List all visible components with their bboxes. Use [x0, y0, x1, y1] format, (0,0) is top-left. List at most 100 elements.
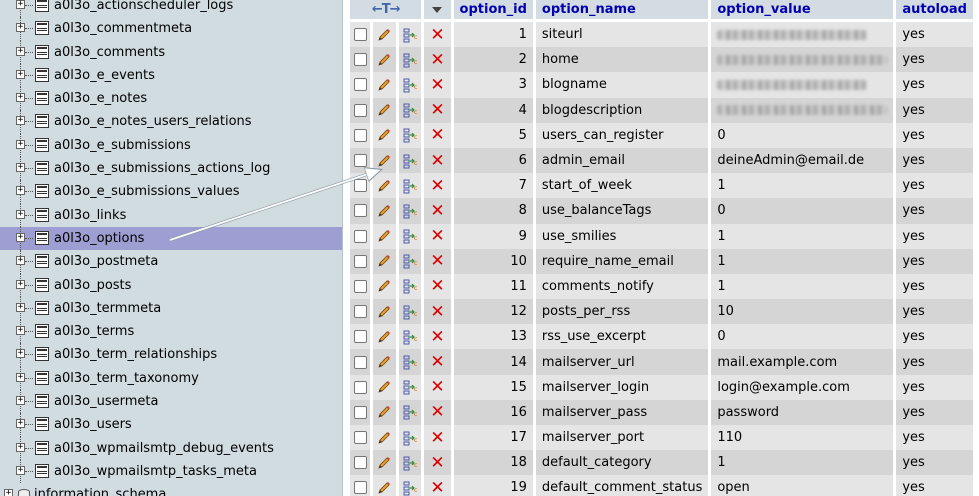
copy-row-icon[interactable]: c: [402, 228, 418, 244]
row-select-cell[interactable]: [350, 248, 371, 274]
row-select-cell[interactable]: [350, 173, 371, 199]
tree-item-table[interactable]: + a0l3o_comments: [0, 40, 342, 64]
cell-option-id[interactable]: 10: [453, 248, 533, 274]
pencil-icon[interactable]: [376, 379, 392, 395]
delete-cell[interactable]: ✕: [424, 425, 451, 451]
cell-option-id[interactable]: 11: [453, 273, 533, 300]
cell-autoload[interactable]: yes: [896, 122, 973, 148]
pencil-icon[interactable]: [376, 354, 392, 370]
cell-option-id[interactable]: 7: [453, 173, 533, 199]
tree-item-table[interactable]: + a0l3o_commentmeta: [0, 17, 342, 41]
pencil-icon[interactable]: [376, 480, 392, 496]
copy-row-icon[interactable]: c: [402, 203, 418, 219]
copy-cell[interactable]: c: [398, 147, 422, 174]
tree-item-table[interactable]: + a0l3o_posts: [0, 273, 342, 297]
row-select-cell[interactable]: [350, 22, 371, 48]
tree-item-table[interactable]: + a0l3o_term_relationships: [0, 343, 342, 367]
expand-icon[interactable]: +: [16, 0, 25, 9]
copy-cell[interactable]: c: [398, 198, 422, 224]
cell-option-value[interactable]: 10: [711, 299, 894, 325]
edit-cell[interactable]: [373, 248, 396, 274]
delete-icon[interactable]: ✕: [430, 50, 444, 70]
pencil-icon[interactable]: [376, 203, 392, 219]
copy-row-icon[interactable]: c: [402, 455, 418, 471]
expand-icon[interactable]: +: [16, 116, 25, 126]
tree-item-table[interactable]: + a0l3o_e_events: [0, 63, 342, 88]
sort-menu-header[interactable]: [424, 0, 451, 22]
row-checkbox[interactable]: [353, 355, 367, 369]
delete-icon[interactable]: ✕: [430, 75, 444, 95]
copy-cell[interactable]: c: [398, 475, 422, 496]
copy-row-icon[interactable]: c: [402, 480, 418, 496]
copy-row-icon[interactable]: c: [402, 253, 418, 269]
tree-item-table[interactable]: + a0l3o_e_notes_users_relations: [0, 110, 342, 134]
expand-icon[interactable]: +: [16, 442, 25, 452]
cell-option-value[interactable]: open: [711, 475, 894, 496]
copy-cell[interactable]: c: [398, 374, 422, 400]
edit-cell[interactable]: [373, 147, 396, 174]
row-select-cell[interactable]: [350, 72, 371, 98]
delete-icon[interactable]: ✕: [430, 428, 444, 448]
copy-cell[interactable]: c: [398, 299, 422, 325]
expand-icon[interactable]: +: [16, 163, 25, 173]
expand-icon[interactable]: +: [16, 465, 25, 475]
expand-icon[interactable]: +: [16, 46, 25, 56]
edit-cell[interactable]: [373, 399, 396, 425]
expand-icon[interactable]: +: [16, 396, 25, 406]
expand-icon[interactable]: +: [16, 69, 25, 79]
edit-cell[interactable]: [373, 425, 396, 451]
row-checkbox[interactable]: [353, 154, 367, 168]
cell-autoload[interactable]: yes: [896, 147, 973, 174]
expand-icon[interactable]: +: [16, 139, 25, 149]
cell-option-value[interactable]: [711, 47, 894, 73]
copy-row-icon[interactable]: c: [402, 178, 418, 194]
delete-icon[interactable]: ✕: [430, 100, 444, 120]
cell-option-id[interactable]: 14: [453, 349, 533, 375]
copy-cell[interactable]: c: [398, 248, 422, 274]
cell-option-value[interactable]: 1: [711, 248, 894, 274]
row-checkbox[interactable]: [353, 28, 367, 42]
cell-option-name[interactable]: default_category: [535, 450, 709, 476]
cell-option-id[interactable]: 5: [453, 122, 533, 148]
edit-cell[interactable]: [373, 72, 396, 98]
edit-cell[interactable]: [373, 450, 396, 476]
copy-cell[interactable]: c: [398, 273, 422, 300]
delete-cell[interactable]: ✕: [424, 299, 451, 325]
row-checkbox[interactable]: [353, 204, 367, 218]
cell-option-id[interactable]: 4: [453, 97, 533, 123]
cell-option-name[interactable]: mailserver_port: [535, 425, 709, 451]
cell-option-value[interactable]: password: [711, 399, 894, 425]
cell-autoload[interactable]: yes: [896, 223, 973, 249]
row-checkbox[interactable]: [353, 78, 367, 92]
edit-cell[interactable]: [373, 324, 396, 350]
pencil-icon[interactable]: [376, 178, 392, 194]
delete-cell[interactable]: ✕: [424, 147, 451, 174]
cell-option-name[interactable]: comments_notify: [535, 273, 709, 300]
delete-cell[interactable]: ✕: [424, 223, 451, 249]
pencil-icon[interactable]: [376, 304, 392, 320]
cell-autoload[interactable]: yes: [896, 72, 973, 98]
tree-item-table[interactable]: + a0l3o_e_notes: [0, 87, 342, 111]
edit-cell[interactable]: [373, 273, 396, 300]
row-select-cell[interactable]: [350, 450, 371, 476]
cell-option-name[interactable]: posts_per_rss: [535, 299, 709, 325]
row-checkbox[interactable]: [353, 103, 367, 117]
pencil-icon[interactable]: [376, 253, 392, 269]
tree-item-table[interactable]: + a0l3o_postmeta: [0, 250, 342, 274]
row-checkbox[interactable]: [353, 330, 367, 344]
tree-item-table[interactable]: + a0l3o_e_submissions_values: [0, 180, 342, 204]
cell-autoload[interactable]: yes: [896, 173, 973, 199]
copy-cell[interactable]: c: [398, 122, 422, 148]
cell-option-name[interactable]: mailserver_url: [535, 349, 709, 375]
row-select-cell[interactable]: [350, 374, 371, 400]
cell-option-id[interactable]: 16: [453, 399, 533, 425]
column-arrows-header[interactable]: ←T→: [350, 0, 422, 22]
delete-icon[interactable]: ✕: [430, 176, 444, 196]
edit-cell[interactable]: [373, 374, 396, 400]
cell-option-id[interactable]: 9: [453, 223, 533, 249]
row-checkbox[interactable]: [353, 481, 367, 495]
cell-option-id[interactable]: 12: [453, 299, 533, 325]
row-select-cell[interactable]: [350, 122, 371, 148]
delete-cell[interactable]: ✕: [424, 72, 451, 98]
pencil-icon[interactable]: [376, 102, 392, 118]
